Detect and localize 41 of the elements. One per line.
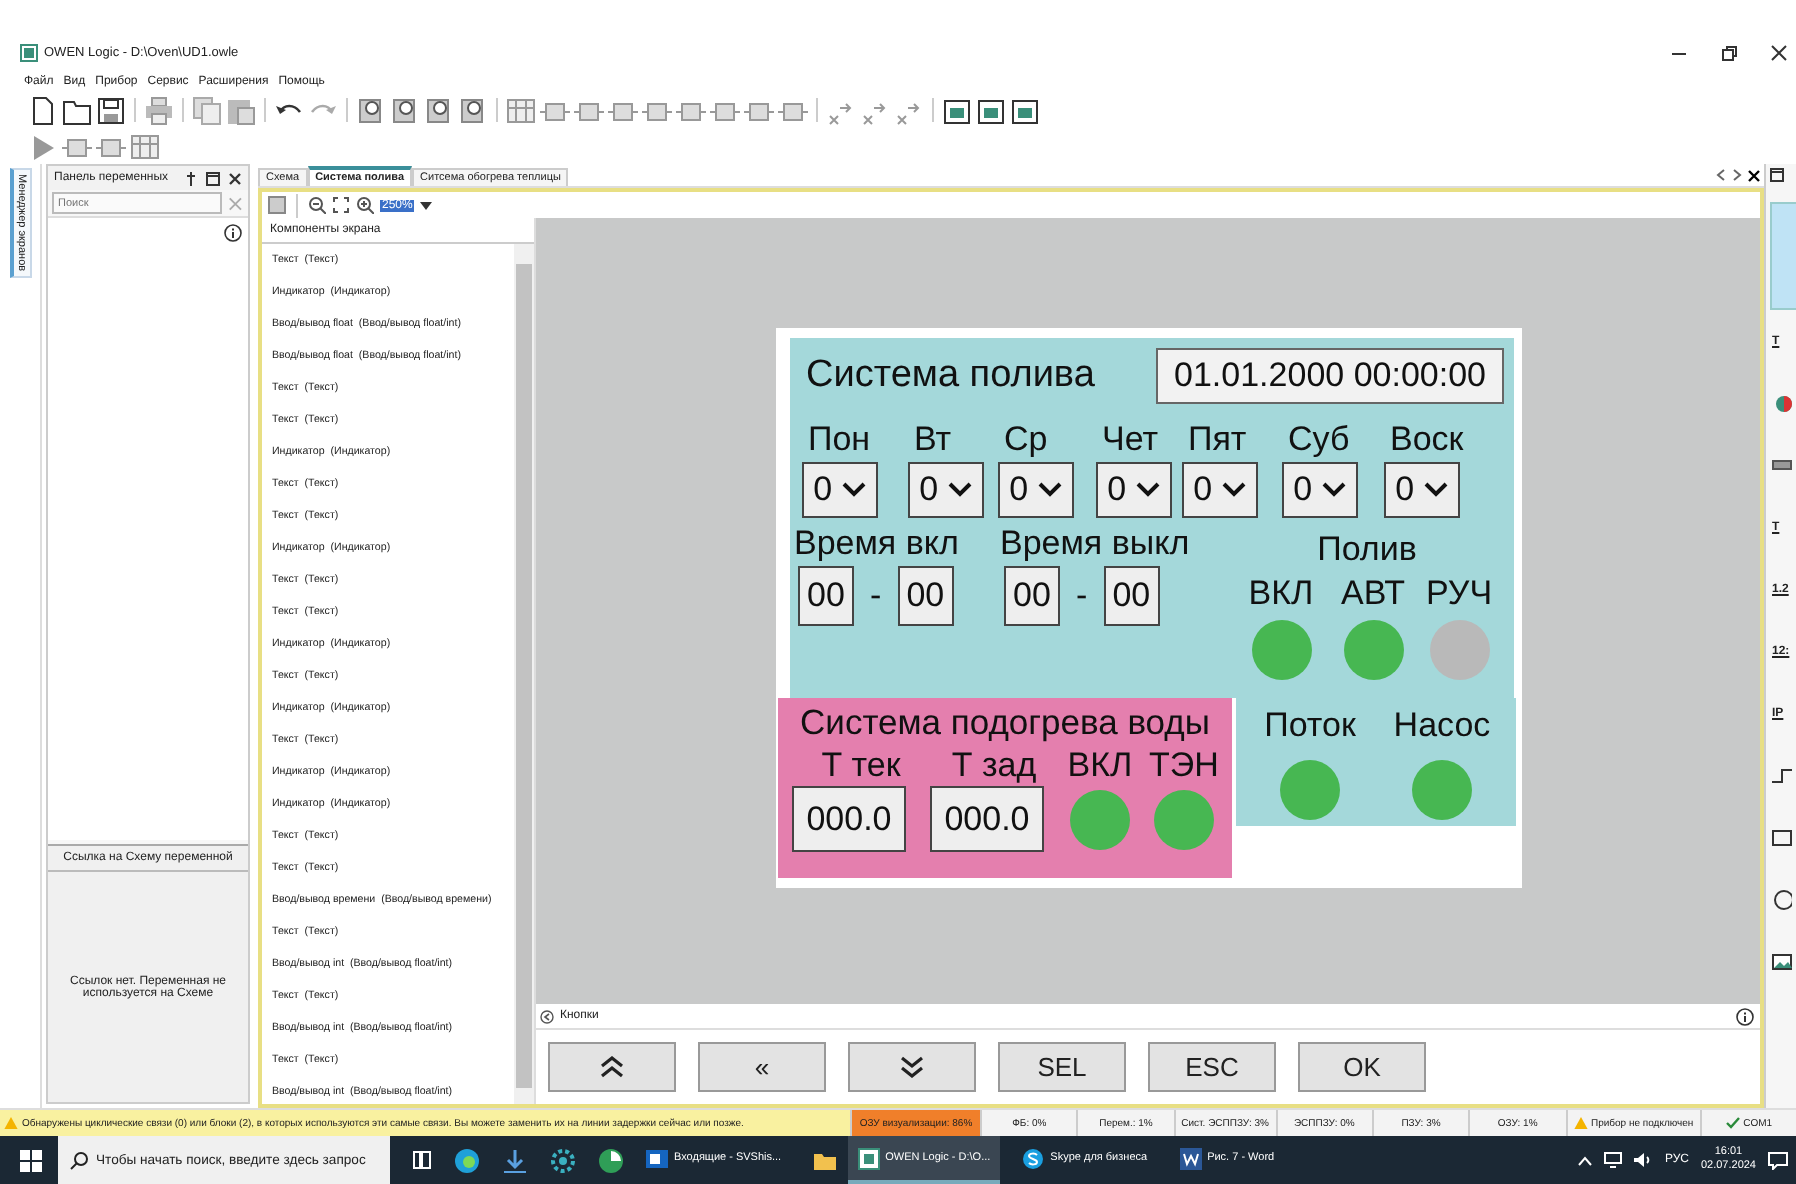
indicator-label: Поток <box>1264 705 1356 745</box>
day-dropdown[interactable]: 0 <box>1182 462 1258 518</box>
indicator-label: Насос <box>1393 705 1491 745</box>
group-title: Система подогрева воды <box>800 702 1210 744</box>
time-label: Время вкл <box>794 524 961 564</box>
day-label: Ср <box>1002 420 1050 460</box>
minutes-field[interactable]: 00 <box>1103 566 1160 626</box>
indicator-label: АВТ <box>1341 574 1405 614</box>
group-title: Полив <box>1317 530 1417 570</box>
time-separator: - <box>1076 576 1088 616</box>
indicator-label: ВКЛ <box>1067 746 1133 786</box>
key-button[interactable]: ESC <box>1148 1042 1276 1092</box>
day-label: Воск <box>1388 420 1466 460</box>
datetime-field[interactable]: 01.01.2000 00:00:00 <box>1156 348 1504 404</box>
day-dropdown[interactable]: 0 <box>998 462 1074 518</box>
day-label: Пят <box>1186 420 1249 460</box>
hours-field[interactable]: 00 <box>798 566 854 626</box>
time-label: Время выкл <box>1000 524 1192 564</box>
key-button[interactable]: OK <box>1298 1042 1426 1092</box>
value-field[interactable]: 000.0 <box>930 786 1044 852</box>
key-button[interactable]: « <box>698 1042 826 1092</box>
day-dropdown[interactable]: 0 <box>1282 462 1358 518</box>
day-dropdown[interactable]: 0 <box>1096 462 1172 518</box>
day-dropdown[interactable]: 0 <box>802 462 878 518</box>
day-label: Пон <box>806 420 873 460</box>
indicator-label: ВКЛ <box>1248 574 1314 614</box>
day-label: Чет <box>1100 420 1161 460</box>
field-label: Т тек <box>821 746 901 786</box>
hours-field[interactable]: 00 <box>1004 566 1060 626</box>
indicator-label: РУЧ <box>1425 574 1493 614</box>
field-label: Т зад <box>951 746 1037 786</box>
screen-title: Система полива <box>806 354 1095 398</box>
minutes-field[interactable]: 00 <box>897 566 954 626</box>
day-dropdown[interactable]: 0 <box>908 462 984 518</box>
key-button[interactable]: SEL <box>998 1042 1126 1092</box>
indicator-label: ТЭН <box>1149 746 1219 786</box>
time-separator: - <box>870 576 882 616</box>
day-label: Суб <box>1286 420 1352 460</box>
value-field[interactable]: 000.0 <box>792 786 906 852</box>
day-label: Вт <box>912 420 954 460</box>
day-dropdown[interactable]: 0 <box>1384 462 1460 518</box>
